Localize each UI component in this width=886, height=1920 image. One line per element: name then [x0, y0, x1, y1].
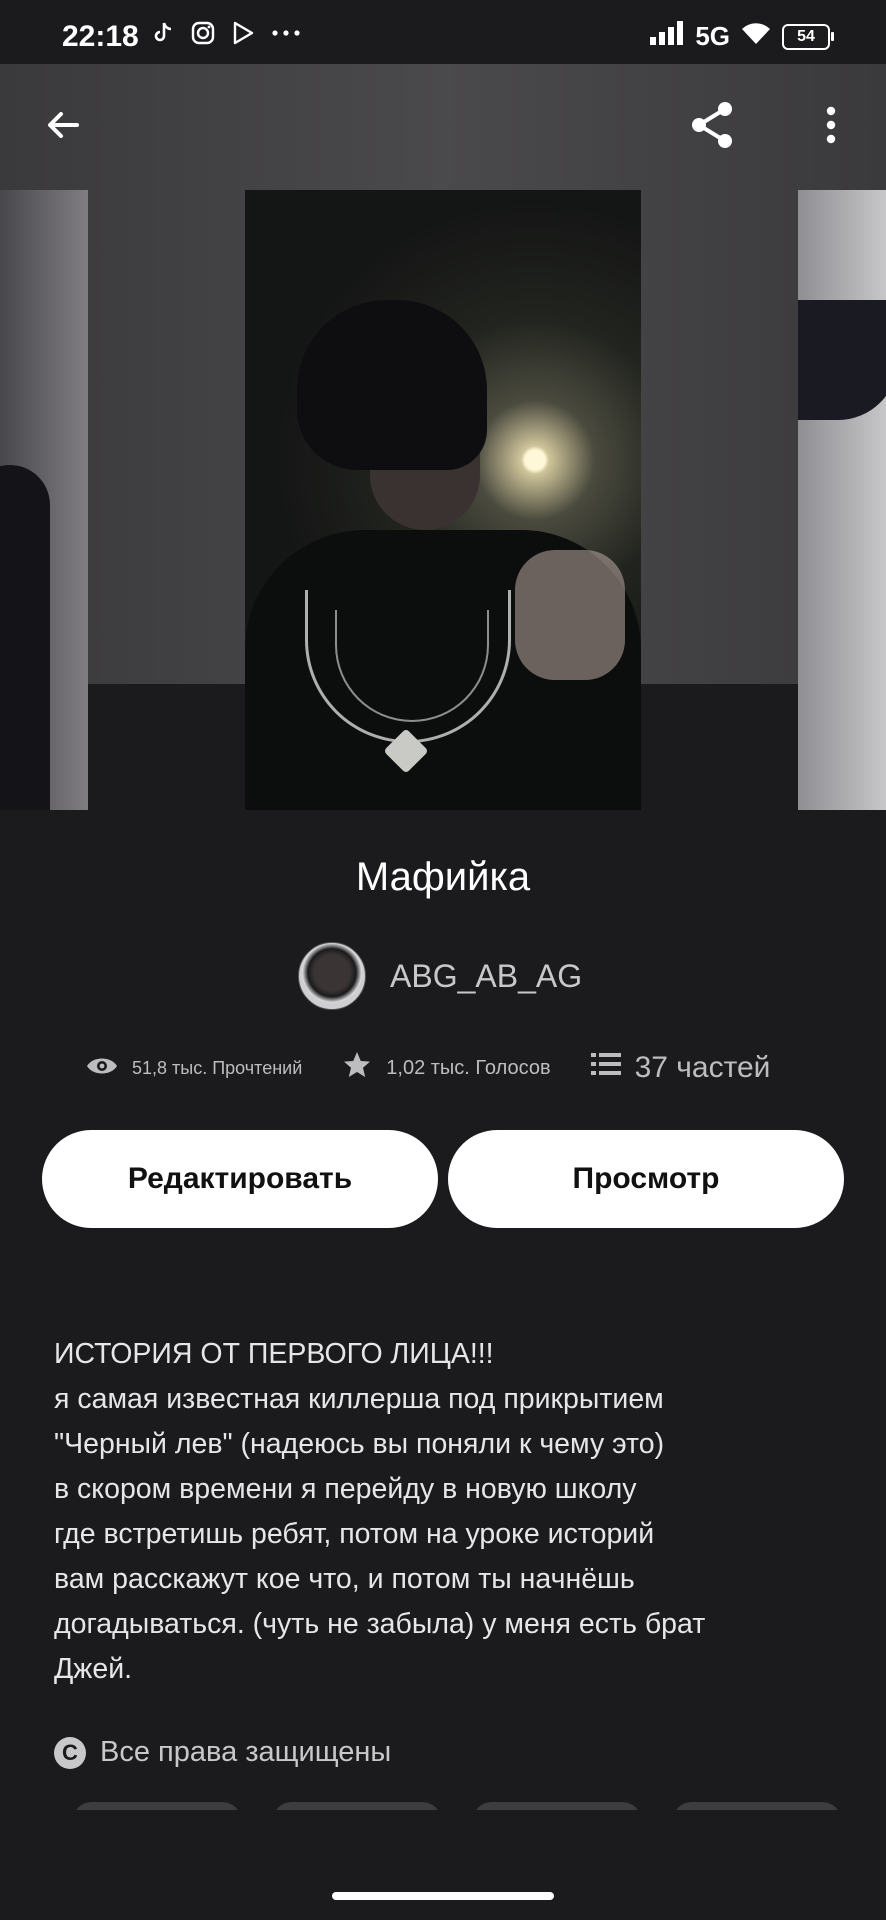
- parts-stat[interactable]: 37 частей: [590, 1051, 771, 1085]
- play-icon: [230, 20, 256, 51]
- view-button[interactable]: Просмотр: [448, 1130, 844, 1228]
- more-dots-icon: [270, 20, 302, 51]
- cover-arm: [798, 300, 886, 420]
- copyright-row: C Все права защищены: [54, 1736, 391, 1769]
- description-line: в скором времени я перейду в новую школу: [54, 1473, 637, 1505]
- description-line: Джей.: [54, 1653, 133, 1685]
- copyright-label: Все права защищены: [100, 1736, 392, 1768]
- description-line: я самая известная киллерша под прикрытие…: [54, 1383, 664, 1415]
- parts-count: 37 частей: [634, 1051, 771, 1084]
- edit-button[interactable]: Редактировать: [42, 1130, 438, 1228]
- eye-icon: [86, 1055, 118, 1082]
- share-icon: [685, 97, 741, 158]
- status-left-icons: [150, 20, 302, 51]
- star-icon: [342, 1050, 372, 1086]
- story-cover[interactable]: [245, 190, 641, 810]
- status-bar: 22:18 5G 54: [0, 0, 886, 64]
- battery-icon: 54: [782, 23, 834, 50]
- instagram-icon: [190, 20, 216, 51]
- back-arrow-icon: [43, 105, 83, 150]
- description-line: догадываться. (чуть не забыла) у меня ес…: [54, 1608, 706, 1640]
- author-row[interactable]: ABG_AB_AG: [298, 942, 582, 1010]
- votes-stat: 1,02 тыс. Голосов: [342, 1050, 551, 1086]
- story-stats: 51,8 тыс. Прочтений 1,02 тыс. Голосов 37…: [86, 1050, 770, 1086]
- tags-fade: [0, 1810, 886, 1830]
- more-vertical-icon: [825, 105, 837, 150]
- status-right: 5G 54: [649, 20, 834, 53]
- previous-story-cover[interactable]: [0, 190, 88, 810]
- votes-count: 1,02 тыс. Голосов: [386, 1056, 551, 1079]
- reads-stat: 51,8 тыс. Прочтений: [86, 1055, 302, 1082]
- wifi-icon: [740, 20, 772, 53]
- list-icon: [590, 1051, 621, 1085]
- cover-hand: [515, 550, 625, 680]
- status-time: 22:18: [62, 20, 139, 53]
- top-app-bar: [0, 64, 886, 189]
- more-options-button[interactable]: [796, 92, 866, 162]
- author-avatar[interactable]: [298, 942, 366, 1010]
- author-name[interactable]: ABG_AB_AG: [390, 958, 582, 995]
- description-line: "Черный лев" (надеюсь вы поняли к чему э…: [54, 1428, 665, 1460]
- story-description: ИСТОРИЯ ОТ ПЕРВОГО ЛИЦА!!! я самая извес…: [54, 1332, 844, 1692]
- description-line: где встретишь ребят, потом на уроке исто…: [54, 1518, 655, 1550]
- description-line: ИСТОРИЯ ОТ ПЕРВОГО ЛИЦА!!!: [54, 1338, 494, 1370]
- signal-icon: [649, 20, 685, 53]
- home-indicator[interactable]: [332, 1892, 554, 1900]
- network-label: 5G: [695, 21, 730, 51]
- share-button[interactable]: [678, 92, 748, 162]
- cover-hair: [297, 300, 487, 470]
- copyright-icon: C: [54, 1736, 86, 1769]
- tiktok-icon: [150, 20, 176, 51]
- cover-figure: [0, 465, 50, 810]
- reads-count: 51,8 тыс. Прочтений: [132, 1057, 303, 1078]
- description-line: вам расскажут кое что, и потом ты начнёш…: [54, 1563, 635, 1595]
- back-button[interactable]: [28, 92, 98, 162]
- next-story-cover[interactable]: [798, 190, 886, 810]
- story-title: Мафийка: [355, 855, 531, 899]
